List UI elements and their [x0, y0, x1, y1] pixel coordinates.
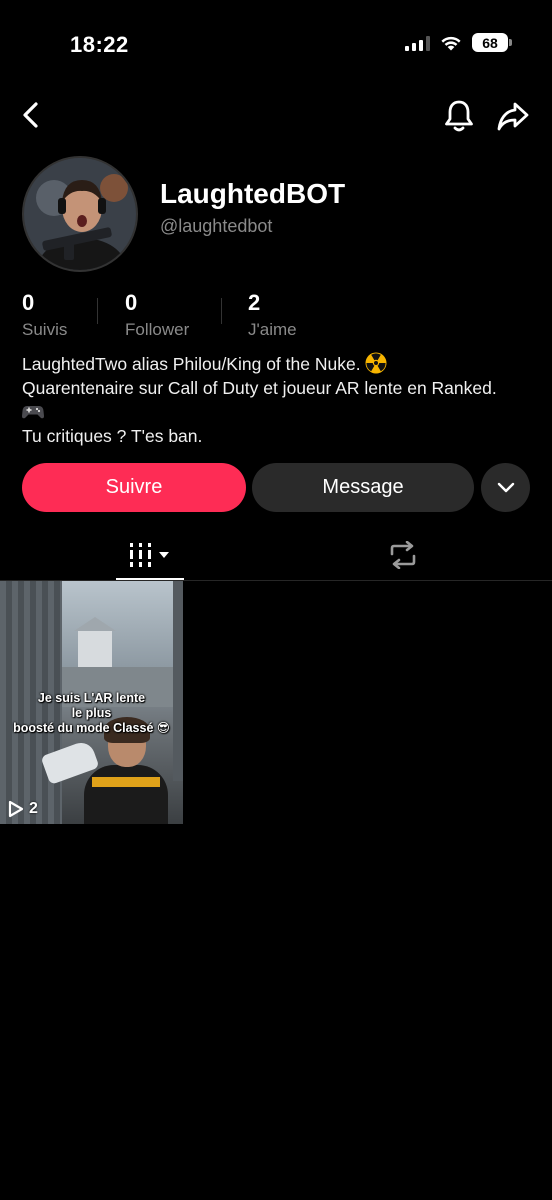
video-caption: Je suis L'AR lente le plus boosté du mod…	[0, 691, 183, 736]
stat-likes[interactable]: 2 J'aime	[248, 290, 297, 340]
bio-text: Quarentenaire sur Call of Duty et joueur…	[22, 378, 497, 398]
more-options-button[interactable]	[481, 463, 530, 512]
caption-line: le plus	[71, 706, 112, 720]
thumbnail-person	[84, 717, 168, 824]
video-thumbnail[interactable]: Je suis L'AR lente le plus boosté du mod…	[0, 581, 183, 824]
bio-text: LaughtedTwo alias Philou/King of the Nuk…	[22, 354, 361, 374]
bio-line: LaughtedTwo alias Philou/King of the Nuk…	[22, 352, 532, 376]
stat-divider	[97, 298, 98, 324]
profile-display-name: LaughtedBOT	[160, 178, 346, 209]
stat-label: Follower	[125, 320, 190, 339]
grid-columns-icon	[130, 543, 169, 567]
status-icons: 68	[405, 33, 512, 52]
bio-text: Tu critiques ? T'es ban.	[22, 426, 203, 446]
avatar-image	[24, 158, 136, 270]
bio-line	[22, 400, 532, 424]
back-chevron-icon[interactable]	[18, 98, 44, 132]
caption-line: Je suis L'AR lente	[37, 691, 146, 705]
follow-button[interactable]: Suivre	[22, 463, 246, 512]
game-controller-emoji-icon	[22, 406, 44, 419]
battery-icon: 68	[472, 33, 512, 52]
status-bar: 18:22 68	[0, 0, 552, 90]
stat-following[interactable]: 0 Suivis	[22, 290, 67, 340]
avatar[interactable]	[22, 156, 138, 272]
repost-icon	[390, 541, 416, 569]
radioactive-emoji-icon	[365, 352, 387, 374]
share-arrow-icon[interactable]	[496, 98, 530, 134]
stat-followers[interactable]: 0 Follower	[125, 290, 189, 340]
chevron-down-icon	[497, 482, 514, 492]
stat-label: J'aime	[248, 320, 297, 339]
thumbnail-scenery	[74, 617, 116, 667]
stat-label: Suivis	[22, 320, 68, 339]
wifi-icon	[441, 36, 461, 50]
play-outline-icon	[8, 800, 24, 818]
video-play-count: 2	[8, 800, 38, 818]
stat-value: 0	[125, 290, 138, 315]
play-count-value: 2	[29, 800, 38, 817]
tab-videos[interactable]	[116, 530, 184, 580]
stat-value: 0	[22, 290, 35, 315]
bell-icon[interactable]	[442, 98, 476, 134]
tab-reposts[interactable]	[370, 530, 436, 580]
status-time: 18:22	[70, 32, 129, 57]
stat-value: 2	[248, 290, 261, 315]
caption-line: boosté du mode Classé 😎	[13, 721, 170, 735]
profile-bio: LaughtedTwo alias Philou/King of the Nuk…	[22, 352, 532, 448]
thumbnail-scenery	[173, 581, 183, 781]
profile-handle: @laughtedbot	[160, 216, 273, 236]
cellular-signal-icon	[405, 35, 430, 51]
message-button[interactable]: Message	[252, 463, 474, 512]
stat-divider	[221, 298, 222, 324]
